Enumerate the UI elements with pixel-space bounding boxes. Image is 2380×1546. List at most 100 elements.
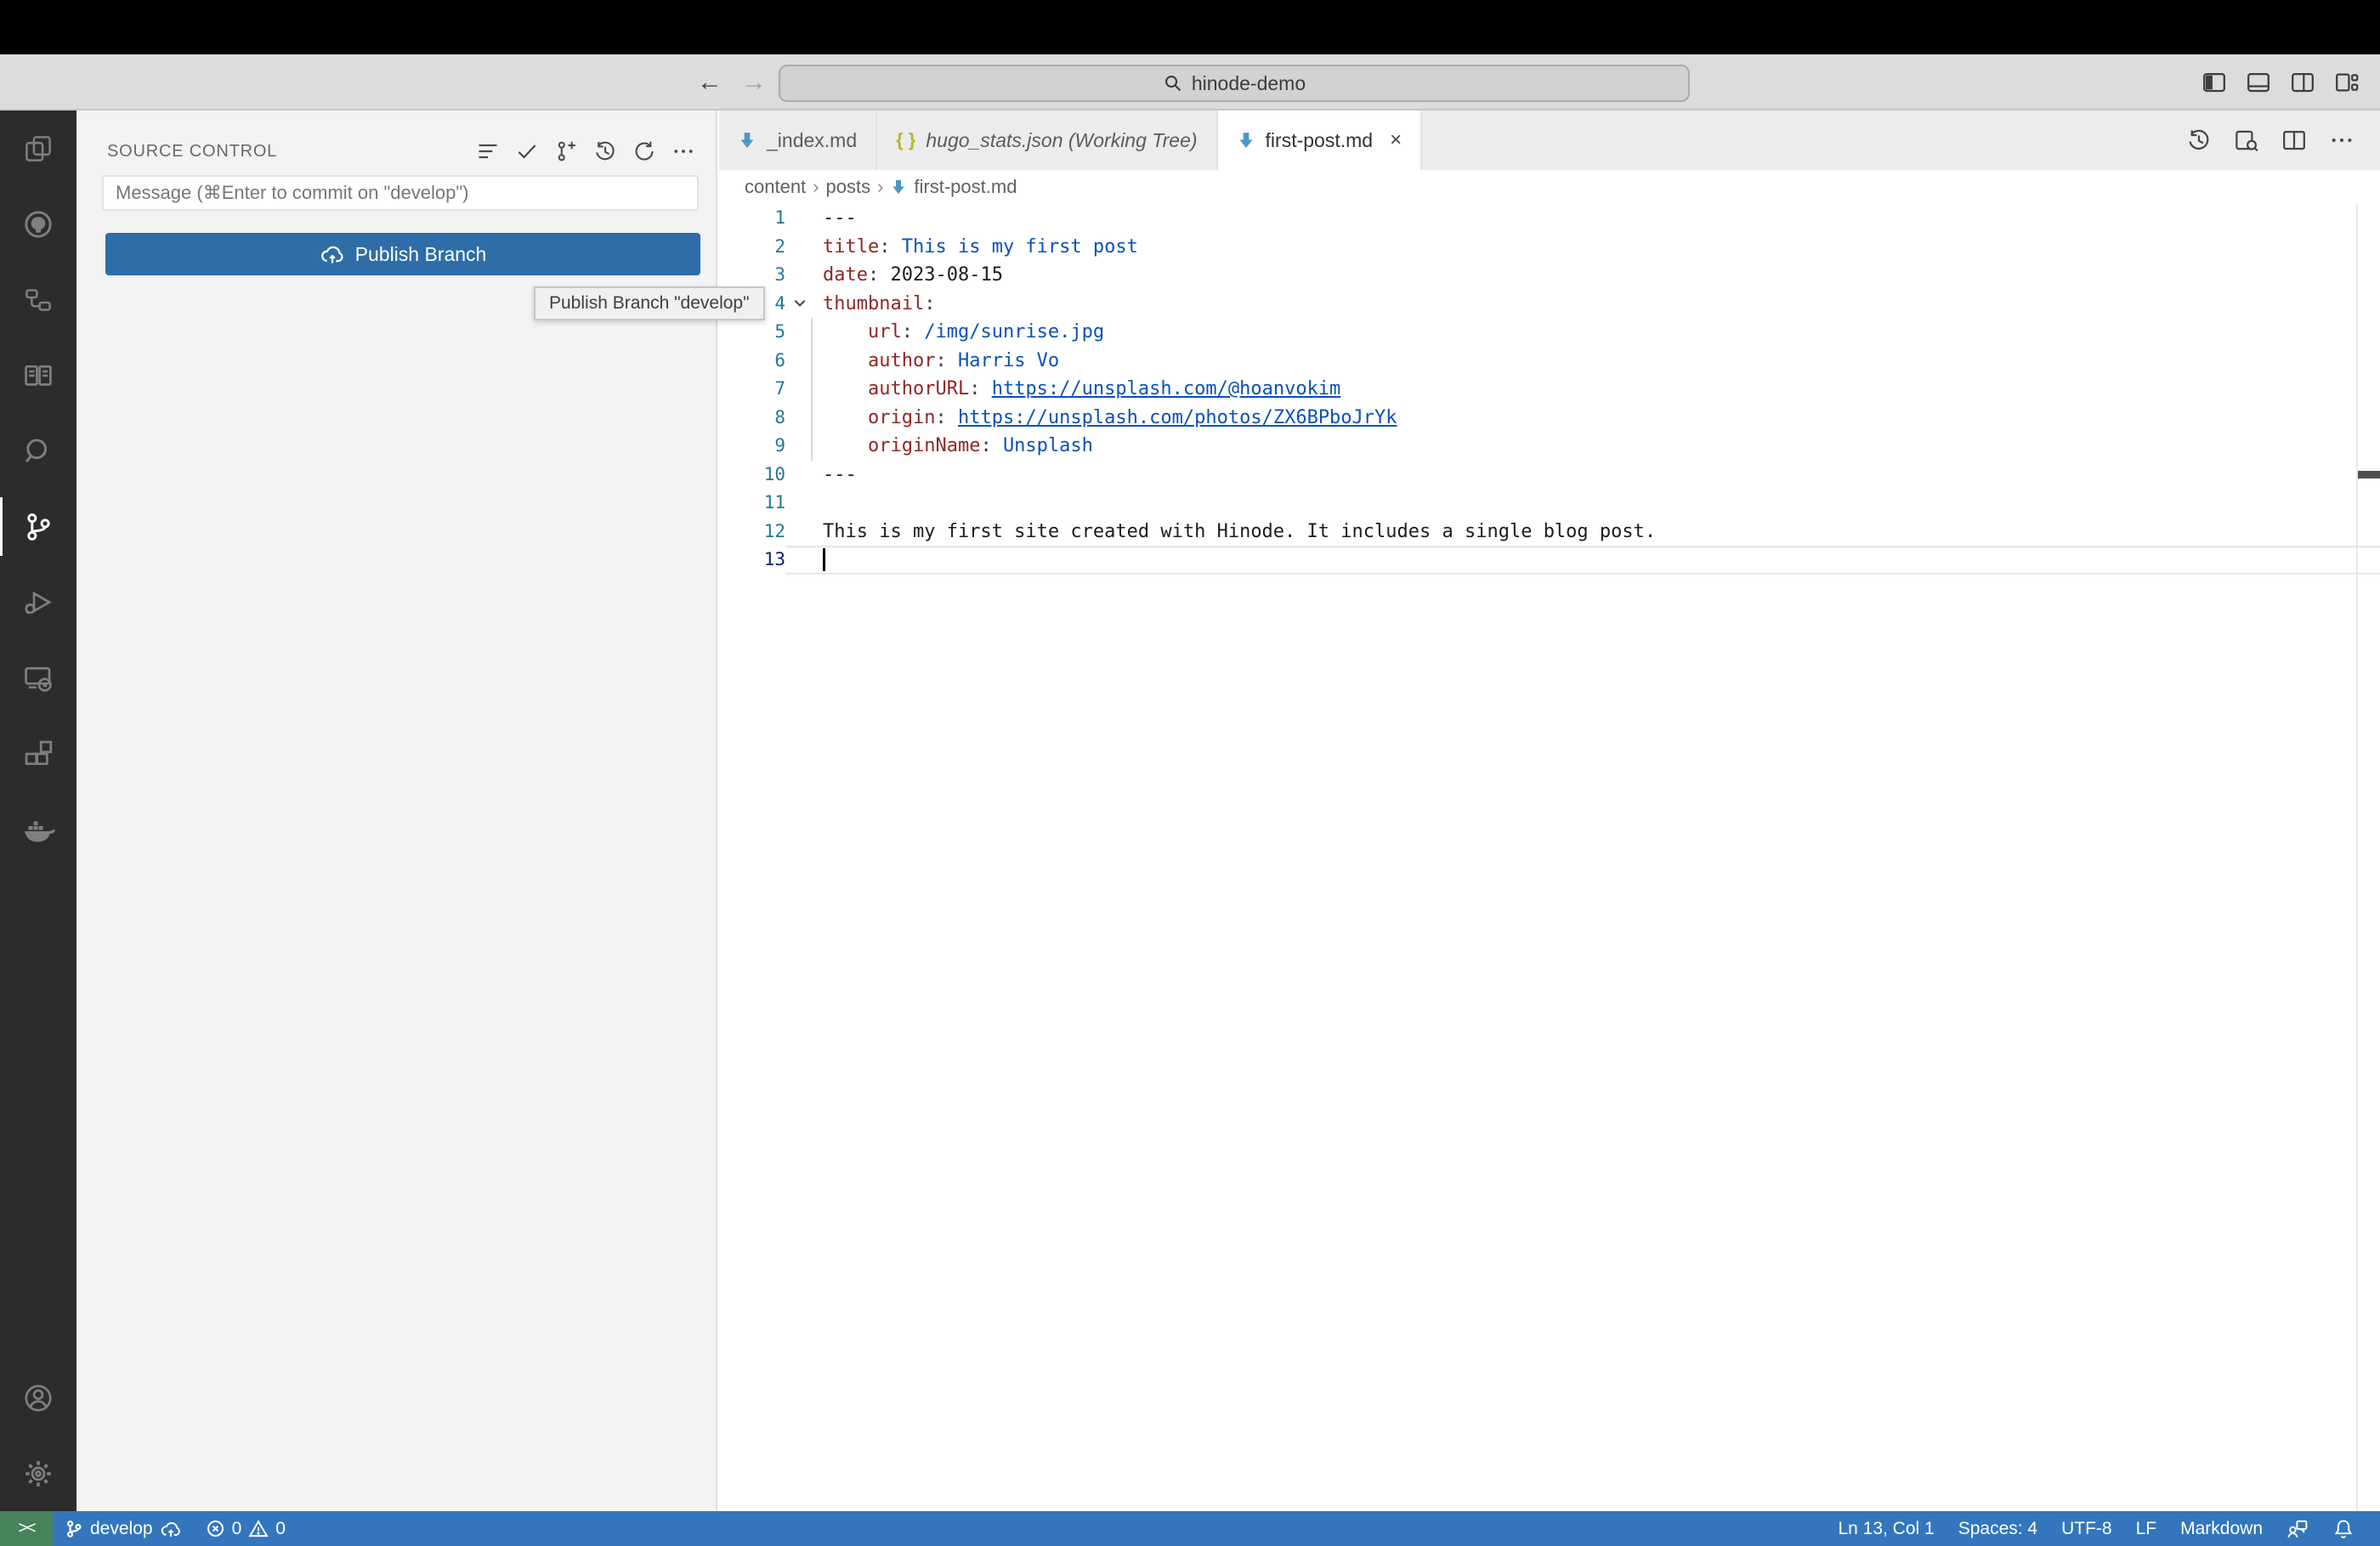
- panel-title: SOURCE CONTROL: [107, 141, 278, 161]
- code-line[interactable]: 5 url: /img/sunrise.jpg: [719, 318, 2380, 347]
- code-token: This is my first site created with Hinod…: [823, 520, 1657, 542]
- branch-create-icon[interactable]: [554, 139, 578, 163]
- fold-chevron-icon[interactable]: [792, 295, 808, 310]
- line-number: 11: [763, 492, 785, 513]
- customize-layout-icon[interactable]: [2334, 70, 2360, 95]
- code-token: title: [823, 235, 880, 258]
- line-content: author: Harris Vo: [785, 346, 2380, 375]
- navigate-forward-button[interactable]: →: [741, 54, 767, 110]
- code-token: :: [935, 349, 958, 371]
- code-line[interactable]: 10 ---: [719, 461, 2380, 490]
- extensions-icon[interactable]: [0, 716, 76, 791]
- breadcrumb[interactable]: content › posts › first-post.md: [719, 170, 2380, 204]
- more-actions-icon[interactable]: [2329, 127, 2354, 153]
- more-actions-icon[interactable]: [672, 139, 695, 163]
- code-line[interactable]: 11: [719, 489, 2380, 518]
- code-line[interactable]: 1 ---: [719, 204, 2380, 233]
- open-preview-icon[interactable]: [2234, 127, 2259, 153]
- navigate-back-button[interactable]: ←: [697, 54, 722, 110]
- eol-item[interactable]: LF: [2124, 1511, 2169, 1546]
- publish-branch-label: Publish Branch: [354, 242, 487, 265]
- view-as-list-icon[interactable]: [476, 139, 500, 163]
- docker-icon[interactable]: [0, 791, 76, 867]
- indent-guide: [811, 403, 813, 432]
- code-line[interactable]: 8 origin: https://unsplash.com/photos/ZX…: [719, 403, 2380, 432]
- book-icon[interactable]: [0, 337, 76, 413]
- line-content: originName: Unsplash: [785, 432, 2380, 461]
- code-token: :: [924, 292, 936, 314]
- settings-gear-icon[interactable]: [0, 1436, 76, 1511]
- code-token: thumbnail: [823, 292, 925, 314]
- tab-first-post-md[interactable]: first-post.md ×: [1217, 110, 1423, 170]
- indent-guide: [811, 318, 813, 347]
- publish-branch-button[interactable]: Publish Branch: [105, 233, 700, 275]
- history-icon[interactable]: [593, 139, 617, 163]
- breadcrumb-item[interactable]: content: [745, 176, 806, 198]
- line-number: 8: [774, 406, 785, 428]
- feedback-icon[interactable]: [2275, 1511, 2320, 1546]
- explorer-icon[interactable]: [0, 110, 76, 186]
- tab-hugo-stats-json[interactable]: { } hugo_stats.json (Working Tree): [877, 110, 1218, 170]
- overview-ruler-mark: [2358, 471, 2380, 479]
- code-line[interactable]: 13: [719, 546, 2380, 575]
- commit-check-icon[interactable]: [515, 139, 539, 163]
- toggle-primary-sidebar-icon[interactable]: [2202, 70, 2227, 95]
- hierarchy-icon[interactable]: [0, 262, 76, 337]
- code-token: :: [980, 435, 1003, 456]
- line-content: date: 2023-08-15: [785, 261, 2380, 290]
- code-line[interactable]: 3 date: 2023-08-15: [719, 261, 2380, 290]
- branch-status-item[interactable]: develop: [53, 1511, 194, 1546]
- run-debug-icon[interactable]: [0, 564, 76, 640]
- commit-message-input[interactable]: [102, 175, 699, 211]
- tab-index-md[interactable]: _index.md: [719, 110, 878, 170]
- code-token: /img/sunrise.jpg: [924, 321, 1105, 343]
- workbench: SOURCE CONTROL Message (⌘Enter to commit…: [0, 110, 2380, 1511]
- cloud-upload-icon: [160, 1518, 182, 1540]
- code-token: origin: [867, 406, 936, 428]
- account-icon[interactable]: [0, 1360, 76, 1436]
- code-line[interactable]: 9 originName: Unsplash: [719, 432, 2380, 461]
- language-mode-item[interactable]: Markdown: [2168, 1511, 2275, 1546]
- search-icon[interactable]: [0, 413, 76, 489]
- problems-status-item[interactable]: 0 0: [194, 1511, 298, 1546]
- overview-ruler[interactable]: [2356, 204, 2358, 1511]
- publish-branch-tooltip: Publish Branch "develop": [534, 286, 765, 320]
- line-number: 9: [774, 435, 785, 456]
- code-token: Harris Vo: [957, 349, 1060, 371]
- code-line[interactable]: 7 authorURL: https://unsplash.com/@hoanv…: [719, 375, 2380, 404]
- refresh-icon[interactable]: [632, 139, 656, 163]
- code-editor[interactable]: 1 --- 2 title: This is my first post 3 date: …: [719, 204, 2380, 1511]
- timeline-icon[interactable]: [2186, 127, 2212, 153]
- indent-guide: [811, 346, 813, 375]
- code-line[interactable]: 12 This is my first site created with Hin…: [719, 518, 2380, 546]
- source-control-icon[interactable]: [0, 489, 76, 564]
- encoding-item[interactable]: UTF-8: [2049, 1511, 2124, 1546]
- indentation-item[interactable]: Spaces: 4: [1946, 1511, 2049, 1546]
- macos-menubar-strip: [0, 0, 2380, 54]
- code-token: https://unsplash.com/photos/ZX6BPboJrYk: [957, 406, 1397, 428]
- toggle-panel-icon[interactable]: [2246, 70, 2271, 95]
- code-line[interactable]: 2 title: This is my first post: [719, 233, 2380, 262]
- remote-indicator[interactable]: ><: [0, 1511, 53, 1546]
- github-icon[interactable]: [0, 186, 76, 262]
- breadcrumb-file[interactable]: first-post.md: [914, 176, 1017, 198]
- vscode-window: ← → hinode-demo SOURCE CONTROL Message (…: [0, 0, 2380, 1546]
- split-editor-icon[interactable]: [2281, 127, 2307, 153]
- notifications-bell-icon[interactable]: [2320, 1511, 2366, 1546]
- line-content: ---: [785, 461, 2380, 490]
- code-line[interactable]: 4 thumbnail:: [719, 290, 2380, 319]
- code-line[interactable]: 6 author: Harris Vo: [719, 346, 2380, 375]
- code-token: author: [867, 349, 936, 371]
- toggle-secondary-sidebar-icon[interactable]: [2290, 70, 2315, 95]
- remote-explorer-icon[interactable]: [0, 640, 76, 716]
- cursor-position-item[interactable]: Ln 13, Col 1: [1826, 1511, 1946, 1546]
- close-icon[interactable]: ×: [1390, 128, 1402, 152]
- code-token: originName: [867, 435, 981, 456]
- command-center-search[interactable]: hinode-demo: [779, 65, 1690, 102]
- breadcrumb-item[interactable]: posts: [826, 176, 871, 198]
- error-count: 0: [231, 1518, 242, 1538]
- code-token: :: [879, 235, 902, 258]
- line-content: url: /img/sunrise.jpg: [785, 318, 2380, 347]
